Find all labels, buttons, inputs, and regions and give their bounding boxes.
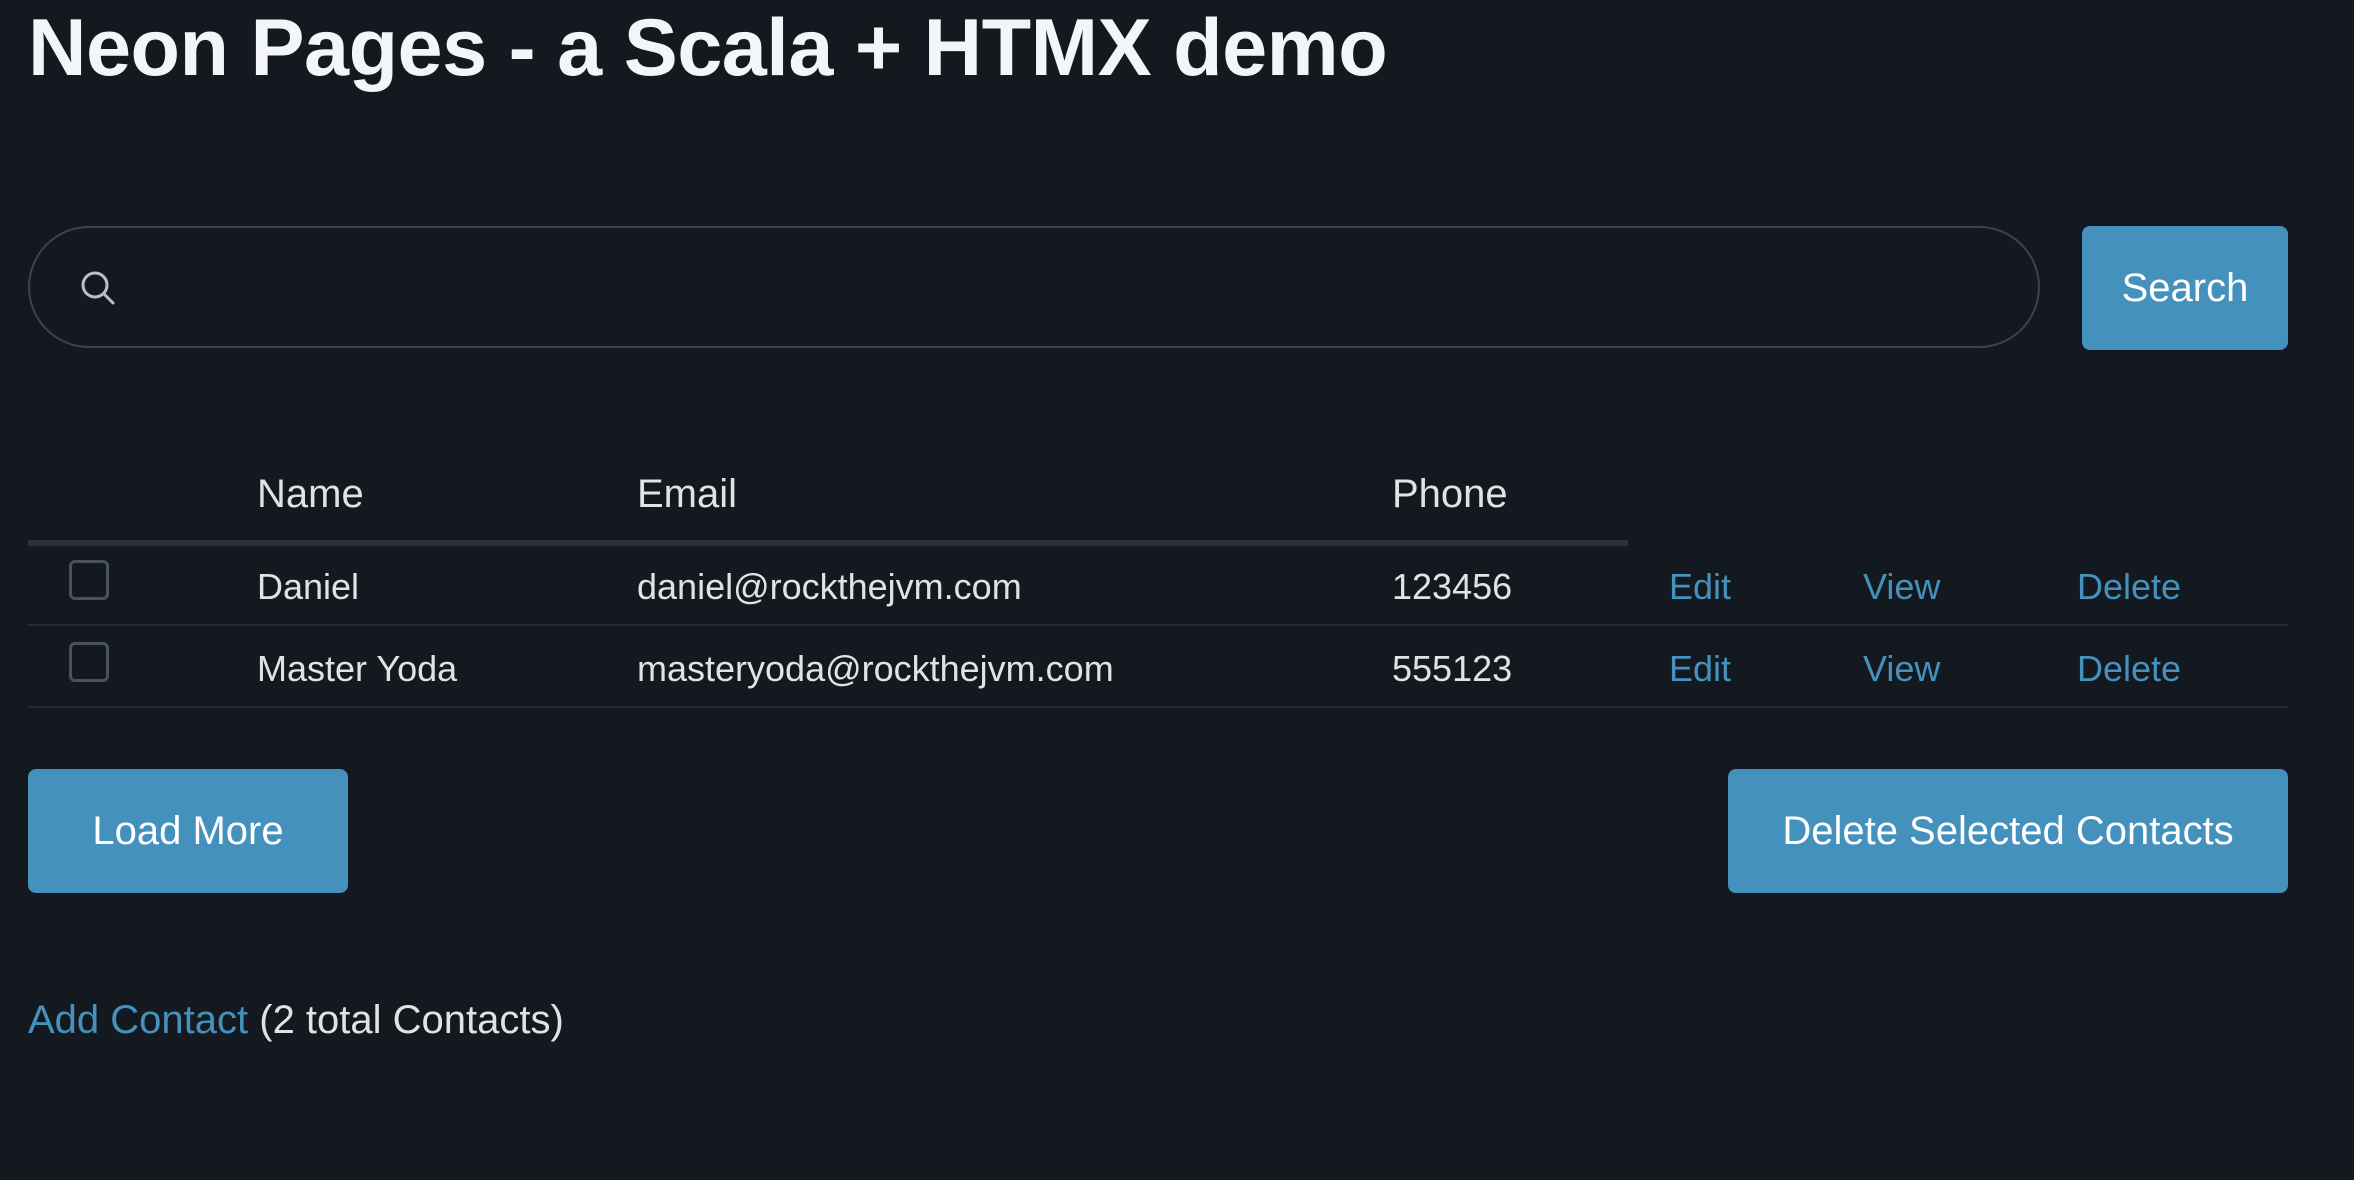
- contact-phone: 555123: [1392, 648, 1513, 689]
- contact-email: masteryoda@rockthejvm.com: [637, 648, 1114, 689]
- view-link[interactable]: View: [1863, 566, 1940, 608]
- load-more-button[interactable]: Load More: [28, 769, 348, 893]
- delete-selected-button[interactable]: Delete Selected Contacts: [1728, 769, 2288, 893]
- column-header-name: Name: [257, 472, 364, 516]
- table-row: Master Yoda masteryoda@rockthejvm.com 55…: [28, 626, 2288, 708]
- search-icon: [81, 271, 115, 305]
- edit-link[interactable]: Edit: [1669, 566, 1731, 608]
- contact-name: Master Yoda: [257, 648, 458, 689]
- table-row: Daniel daniel@rockthejvm.com 123456 Edit…: [28, 544, 2288, 626]
- contact-count: (2 total Contacts): [248, 998, 564, 1042]
- contact-phone: 123456: [1392, 566, 1513, 607]
- column-header-phone: Phone: [1392, 472, 1508, 516]
- view-link[interactable]: View: [1863, 648, 1940, 690]
- column-header-email: Email: [637, 472, 738, 516]
- row-select-checkbox[interactable]: [69, 642, 109, 682]
- delete-link[interactable]: Delete: [2077, 566, 2181, 608]
- search-button[interactable]: Search: [2082, 226, 2288, 350]
- page: Neon Pages - a Scala + HTMX demo Search …: [0, 0, 2354, 1180]
- search-box[interactable]: [28, 226, 2040, 348]
- add-contact-link[interactable]: Add Contact: [28, 998, 248, 1042]
- footer: Add Contact (2 total Contacts): [28, 998, 564, 1043]
- row-select-checkbox[interactable]: [69, 560, 109, 600]
- delete-link[interactable]: Delete: [2077, 648, 2181, 690]
- contact-name: Daniel: [257, 566, 360, 607]
- table-header: Name Email Phone: [28, 460, 1628, 546]
- page-title: Neon Pages - a Scala + HTMX demo: [28, 3, 1388, 93]
- edit-link[interactable]: Edit: [1669, 648, 1731, 690]
- contact-email: daniel@rockthejvm.com: [637, 566, 1022, 607]
- search-input[interactable]: [150, 248, 2014, 330]
